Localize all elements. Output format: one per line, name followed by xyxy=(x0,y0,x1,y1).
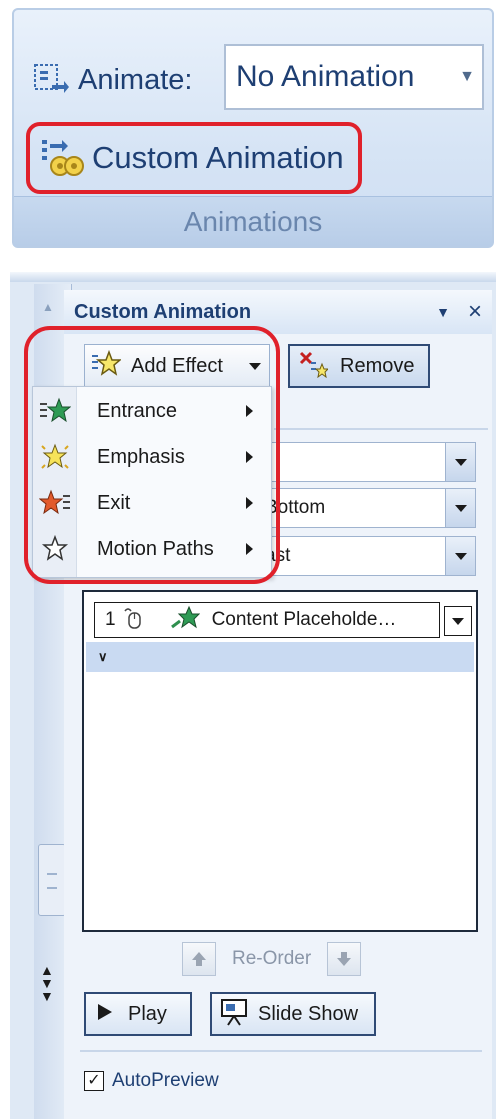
direction-select-value: Bottom xyxy=(265,497,326,518)
speed-select-value: ast xyxy=(265,545,291,566)
start-select[interactable] xyxy=(260,442,476,482)
reorder-controls: Re-Order xyxy=(182,942,362,976)
chevron-down-icon xyxy=(249,362,261,370)
reorder-label: Re-Order xyxy=(232,948,312,969)
remove-effect-icon xyxy=(298,350,330,383)
menu-item-emphasis[interactable]: Emphasis xyxy=(33,435,271,479)
chevron-down-icon[interactable] xyxy=(445,489,475,527)
effect-name: Content Placeholde… xyxy=(211,609,397,630)
divider xyxy=(274,428,488,430)
divider xyxy=(80,1050,482,1052)
menu-item-exit[interactable]: Exit xyxy=(33,481,271,525)
play-button[interactable]: Play xyxy=(84,992,192,1036)
pane-options-icon[interactable]: ▼ xyxy=(428,304,458,320)
add-effect-menu: Entrance Emphasis Exit Motion Paths xyxy=(32,386,272,578)
exit-star-icon xyxy=(33,489,77,517)
animations-ribbon-group: Animate: No Animation ▼ Custom Animation… xyxy=(12,8,494,248)
mouse-click-icon xyxy=(122,605,144,636)
autopreview-label: AutoPreview xyxy=(112,1070,219,1091)
slide-show-icon xyxy=(220,998,248,1031)
submenu-arrow-icon xyxy=(246,543,253,555)
scrollbar-thumb[interactable] xyxy=(38,844,66,916)
menu-item-motion-paths[interactable]: Motion Paths xyxy=(33,527,271,571)
submenu-arrow-icon xyxy=(246,497,253,509)
submenu-arrow-icon xyxy=(246,451,253,463)
animate-select[interactable]: No Animation ▼ xyxy=(224,44,484,110)
animate-select-value: No Animation xyxy=(236,60,415,93)
remove-label: Remove xyxy=(340,354,415,377)
add-effect-icon xyxy=(91,349,123,383)
effect-list-item[interactable]: 1 Content Placeholde… xyxy=(94,602,440,638)
emphasis-star-icon xyxy=(33,443,77,471)
scroll-up-icon[interactable]: ▲ xyxy=(42,300,54,314)
move-down-button[interactable] xyxy=(327,942,362,976)
chevron-down-icon[interactable]: ▼ xyxy=(452,68,482,86)
menu-item-label: Entrance xyxy=(97,399,178,422)
autopreview-checkbox[interactable]: ✓ xyxy=(84,1071,104,1091)
effect-list[interactable]: 1 Content Placeholde… ∨ xyxy=(82,590,478,932)
remove-button[interactable]: Remove xyxy=(288,344,430,388)
slide-show-label: Slide Show xyxy=(258,1002,359,1025)
speed-select[interactable]: ast xyxy=(260,536,476,576)
menu-item-entrance[interactable]: Entrance xyxy=(33,389,271,433)
pane-divider xyxy=(10,272,496,282)
custom-animation-button[interactable]: Custom Animation xyxy=(26,122,362,194)
pane-title: Custom Animation xyxy=(74,300,252,323)
slide-show-button[interactable]: Slide Show xyxy=(210,992,376,1036)
effect-item-dropdown[interactable] xyxy=(444,606,472,636)
arrow-down-icon xyxy=(337,952,352,966)
custom-animation-icon xyxy=(40,136,86,180)
close-icon[interactable]: × xyxy=(458,298,492,326)
arrow-up-icon xyxy=(192,952,206,966)
chevron-down-icon[interactable] xyxy=(445,443,475,481)
add-effect-button[interactable]: Add Effect xyxy=(84,344,270,388)
menu-item-label: Exit xyxy=(97,491,131,514)
submenu-arrow-icon xyxy=(246,405,253,417)
menu-item-label: Emphasis xyxy=(97,445,185,468)
entrance-star-icon xyxy=(170,605,200,636)
pane-header: Custom Animation ▼ × xyxy=(64,290,492,334)
move-up-button[interactable] xyxy=(182,942,216,976)
animate-icon xyxy=(32,61,70,99)
animate-row[interactable]: Animate: xyxy=(32,48,192,112)
custom-animation-label: Custom Animation xyxy=(92,140,344,175)
direction-select[interactable]: Bottom xyxy=(260,488,476,528)
group-label: Animations xyxy=(14,196,492,246)
play-label: Play xyxy=(128,1002,167,1025)
autopreview-option[interactable]: ✓ AutoPreview xyxy=(84,1070,219,1092)
play-icon xyxy=(96,1002,114,1027)
entrance-star-icon xyxy=(33,397,77,425)
chevron-down-icon xyxy=(452,617,464,625)
next-slide-icon[interactable]: ▲ ▼ ▼ xyxy=(40,963,54,1003)
animate-label: Animate: xyxy=(78,63,193,96)
menu-item-label: Motion Paths xyxy=(97,537,214,560)
chevron-down-icon[interactable] xyxy=(445,537,475,575)
motion-path-star-icon xyxy=(33,535,77,563)
add-effect-label: Add Effect xyxy=(131,354,223,377)
effect-number: 1 xyxy=(105,609,116,630)
expand-contents-icon[interactable]: ∨ xyxy=(86,642,474,672)
